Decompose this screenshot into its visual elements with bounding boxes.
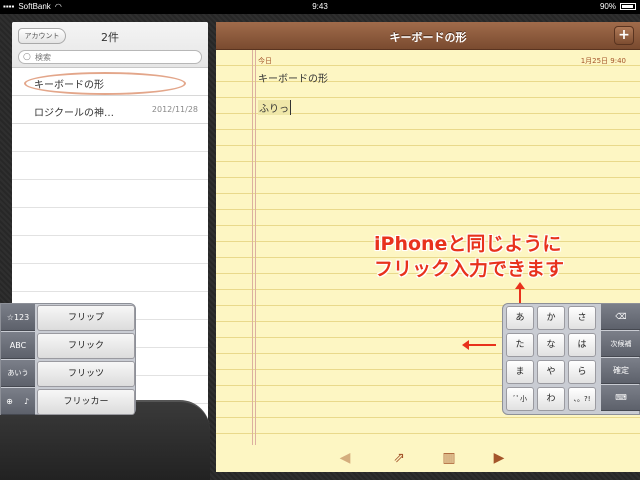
- status-bar: ▪▪▪▪ SoftBank ◠ 9:43 90%: [0, 0, 640, 14]
- notes-count: 2件: [101, 31, 119, 44]
- candidate-button[interactable]: フリップ: [37, 305, 135, 331]
- globe-icon[interactable]: ⊕: [1, 388, 18, 415]
- flick-key[interactable]: さ: [568, 306, 596, 330]
- arrow-left-icon: [462, 340, 496, 350]
- confirm-button[interactable]: 確定: [601, 358, 640, 384]
- search-field[interactable]: ○: [18, 50, 202, 64]
- note-date: 1月25日 9:40: [580, 57, 626, 65]
- mode-key-numbers[interactable]: ☆123: [1, 304, 35, 331]
- list-item-title: キーボードの形: [34, 80, 104, 91]
- hide-keyboard-icon[interactable]: ⌨: [601, 385, 640, 411]
- flick-key[interactable]: た: [506, 333, 534, 357]
- notes-list: キーボードの形 ロジクールの神… 2012/11/28: [12, 68, 208, 124]
- share-icon[interactable]: ⇗: [390, 450, 408, 466]
- trash-icon[interactable]: ▥: [440, 450, 458, 466]
- note-toolbar: ◀ ⇗ ▥ ▶: [216, 445, 640, 472]
- flick-key[interactable]: わ: [537, 387, 565, 411]
- mode-key-alphabet[interactable]: ABC: [1, 332, 35, 359]
- callout-line: フリック入力できます: [374, 258, 565, 280]
- note-header-title: キーボードの形: [389, 31, 467, 44]
- callout-line: iPhoneと同じように: [374, 233, 562, 255]
- margin-line: [255, 50, 256, 445]
- flick-key[interactable]: や: [537, 360, 565, 384]
- note-line-editing[interactable]: ふりっ: [258, 100, 291, 115]
- list-item-title: ロジクールの神…: [34, 108, 114, 119]
- microphone-icon[interactable]: ♪: [18, 388, 35, 415]
- search-input[interactable]: [35, 51, 195, 63]
- list-item[interactable]: キーボードの形: [12, 68, 208, 96]
- backspace-icon[interactable]: ⌫: [601, 304, 640, 330]
- candidate-button[interactable]: フリッツ: [37, 361, 135, 387]
- candidate-button[interactable]: フリック: [37, 333, 135, 359]
- list-item[interactable]: ロジクールの神… 2012/11/28: [12, 96, 208, 124]
- battery-icon: [620, 3, 636, 10]
- next-candidate-button[interactable]: 次候補: [601, 331, 640, 357]
- search-icon: ○: [23, 52, 31, 62]
- add-note-button[interactable]: +: [614, 26, 634, 45]
- time-label: 9:43: [312, 2, 328, 11]
- list-header: アカウント 2件 ○: [12, 22, 208, 68]
- battery-percent: 90%: [599, 2, 616, 11]
- candidate-button[interactable]: フリッカー: [37, 389, 135, 415]
- flick-key[interactable]: な: [537, 333, 565, 357]
- flick-key[interactable]: ら: [568, 360, 596, 384]
- note-today-label: 今日: [258, 57, 272, 65]
- flick-key[interactable]: あ: [506, 306, 534, 330]
- punctuation-key[interactable]: 、。?!: [568, 387, 596, 411]
- previous-note-icon[interactable]: ◀: [336, 450, 354, 466]
- flick-key[interactable]: は: [568, 333, 596, 357]
- list-item-date: 2012/11/28: [151, 105, 198, 114]
- left-keyboard: ☆123 ABC あいう ⊕ ♪ フリップ フリック フリッツ フリッカー: [0, 303, 136, 415]
- dakuten-key[interactable]: ﾞﾟ小: [506, 387, 534, 411]
- note-line[interactable]: キーボードの形: [258, 70, 328, 85]
- flick-key[interactable]: か: [537, 306, 565, 330]
- next-note-icon[interactable]: ▶: [490, 450, 508, 466]
- margin-line: [252, 50, 253, 445]
- mode-key-kana[interactable]: あいう: [1, 360, 35, 387]
- flick-key[interactable]: ま: [506, 360, 534, 384]
- note-header: キーボードの形 +: [216, 22, 640, 50]
- flick-keyboard: あ か さ た な は ま や ら ﾞﾟ小 わ 、。?! ⌫ 次候補 確定 ⌨: [502, 303, 640, 415]
- callout-text: iPhoneと同じように フリック入力できます: [374, 232, 564, 282]
